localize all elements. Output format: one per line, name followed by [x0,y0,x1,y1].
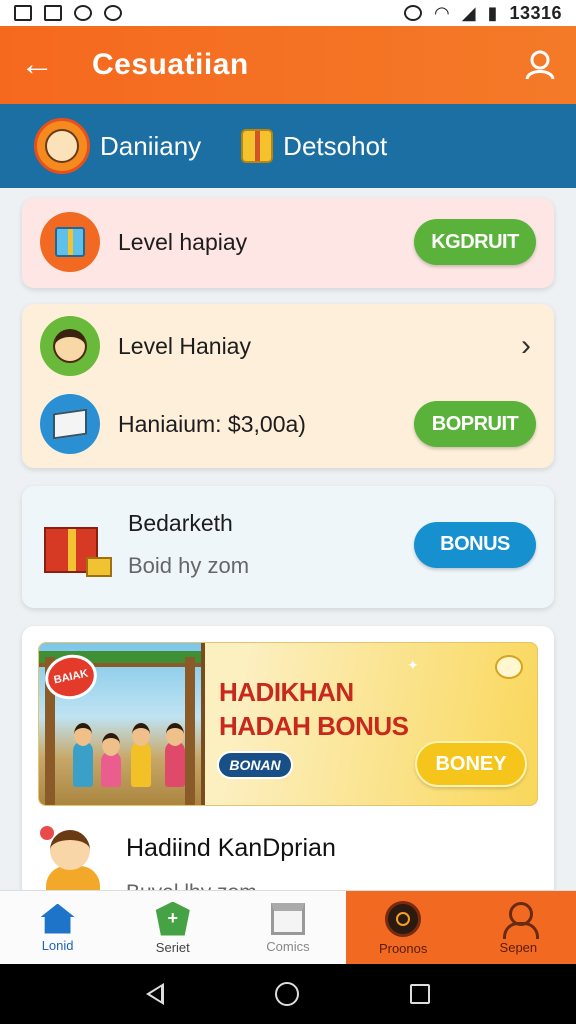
gift-icon [241,129,274,163]
card-subtitle: Boid hy zom [128,553,250,578]
image-icon [44,5,62,21]
store-icon [270,902,305,935]
card-label: Level hapiay [118,228,248,255]
page-title: Cesuatiian [92,48,249,81]
nav-label: Proonos [378,940,428,956]
boney-button[interactable]: BONEY [415,741,527,787]
status-bar: ◠ ◢ ▮ 13316 [0,0,576,26]
status-time: 13316 [509,2,562,23]
tab-label: Detsohot [283,130,388,161]
disc-icon [385,900,422,937]
card-label: Haniaium: $3,00a) [118,410,306,437]
system-recents-icon[interactable] [410,984,431,1004]
kgdruit-button[interactable]: KGDRUIT [414,219,536,265]
signal-icon: ◢ [461,3,476,23]
bopruit-button[interactable]: BOPRUIT [414,401,536,447]
promo-banner[interactable]: BAIAK HADIKHAN HADAH BONUS BONAN ✦ BONEY [38,642,538,806]
sparkle-icon: ✦ [407,657,419,673]
nav-item-sepen[interactable]: Sepen [460,891,576,965]
wifi-icon: ◠ [433,3,450,23]
chevron-right-icon[interactable]: › [516,329,536,363]
tab-daniiany[interactable]: Daniiany [34,118,201,174]
nav-label: Seriet [155,939,190,955]
shield-icon [104,5,122,21]
alarm-icon [403,5,422,21]
banner-chip[interactable]: BONAN [217,751,293,779]
system-nav-bar [0,964,576,1024]
avatar-icon [34,118,90,174]
nav-label: Comics [266,938,310,954]
level-haniay-row[interactable]: Level Haniay › [40,316,536,376]
notification-icon [14,5,32,21]
tab-detsohot[interactable]: Detsohot [241,129,387,163]
nav-label: Sepen [499,939,538,955]
box-icon [40,394,100,454]
system-back-icon[interactable] [145,983,164,1005]
status-left-icons [14,5,122,21]
back-arrow-icon[interactable]: ← [20,47,56,83]
promo-card: BAIAK HADIKHAN HADAH BONUS BONAN ✦ BONEY… [22,626,554,926]
girl-avatar-icon [40,826,106,906]
reward-card-level-hapiay: Level hapiay KGDRUIT [22,198,554,288]
nav-label: Lonid [41,937,74,953]
nav-item-proonos[interactable]: Proonos [345,891,461,965]
reward-card-level-haniay: Level Haniay › Haniaium: $3,00a) BOPRUIT [22,304,554,468]
banner-title: HADIKHAN HADAH BONUS [219,675,409,743]
status-right-icons: ◠ ◢ ▮ 13316 [403,2,562,24]
app-icon [74,5,92,21]
card-label: Level Haniay [118,332,251,359]
banner-title-line2: HADAH BONUS [219,711,409,741]
home-icon [40,903,75,934]
chat-bubble-icon [495,655,523,679]
profile-icon[interactable] [524,49,556,81]
nav-item-lonid[interactable]: Lonid [0,891,115,965]
battery-icon: ▮ [487,3,498,23]
app-bar: ← Cesuatiian [0,26,576,104]
list-item-title: Hadiind KanDprian [126,834,336,862]
tab-label: Daniiany [100,130,202,161]
bonus-card: Bedarketh Boid hy zom BONUS [22,486,554,608]
nav-item-comics[interactable]: Comics [230,891,345,965]
nav-item-seriet[interactable]: + Seriet [115,891,230,965]
face-icon [40,316,100,376]
person-icon [501,901,540,939]
gift-box-icon [40,513,112,577]
kids-illustration: BAIAK [39,643,205,805]
bottom-nav: Lonid + Seriet Comics Proonos Sepen [0,890,576,965]
bonus-button[interactable]: BONUS [414,521,536,568]
gift-icon [40,212,100,272]
banner-title-line1: HADIKHAN [219,677,354,707]
tab-strip: Daniiany Detsohot [0,104,576,188]
card-title: Bedarketh [128,510,233,536]
shield-icon: + [155,901,190,936]
system-home-icon[interactable] [274,982,299,1006]
